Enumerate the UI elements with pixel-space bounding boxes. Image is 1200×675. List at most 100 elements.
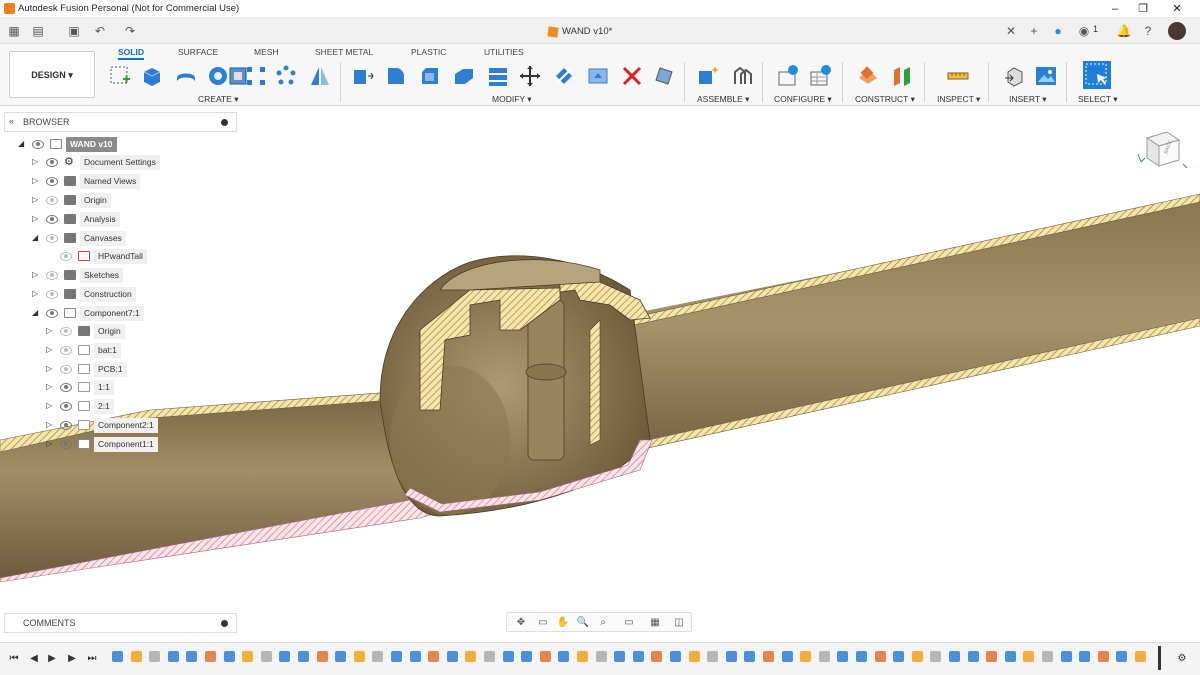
timeline-feature-icon[interactable] [484, 651, 495, 662]
timeline-feature-icon[interactable] [205, 651, 216, 662]
timeline-feature-icon[interactable] [260, 651, 272, 662]
timeline-feature-icon[interactable] [837, 651, 849, 662]
extrude-icon[interactable] [140, 64, 164, 88]
visibility-eye-icon[interactable] [60, 440, 72, 449]
expand-arrow-icon[interactable]: ▷ [32, 157, 40, 166]
timeline-feature-icon[interactable] [223, 651, 235, 662]
app-grid-icon[interactable]: ▦ [6, 23, 22, 39]
timeline-feature-icon[interactable] [670, 651, 681, 662]
browser-node[interactable]: ▷ Component2:1 [46, 418, 246, 433]
timeline-feature-icon[interactable] [298, 651, 309, 662]
expand-arrow-icon[interactable]: ▷ [46, 439, 54, 448]
timeline-feature-icon[interactable] [744, 651, 756, 662]
workspace-selector-button[interactable]: DESIGN ▾ [9, 51, 95, 98]
document-tab[interactable]: WAND v10* ✕ [532, 22, 1020, 42]
expand-arrow-icon[interactable]: ▷ [32, 195, 40, 204]
visibility-eye-icon[interactable] [46, 271, 58, 280]
visibility-eye-icon[interactable] [60, 252, 72, 261]
browser-node[interactable]: ◢ Component7:1 [32, 306, 232, 321]
visibility-eye-icon[interactable] [46, 309, 58, 318]
collapse-arrow-icon[interactable]: ◢ [32, 233, 40, 242]
timeline-feature-icon[interactable] [465, 651, 477, 662]
browser-node[interactable]: ▷ 2:1 [46, 399, 246, 414]
grid-settings-icon[interactable]: ▦ [647, 616, 663, 630]
timeline-feature-icon[interactable] [502, 651, 514, 662]
expand-arrow-icon[interactable]: ▷ [46, 326, 54, 335]
split-body-icon[interactable] [552, 64, 576, 88]
new-tab-icon[interactable]: + [1026, 23, 1042, 39]
measure-icon[interactable] [946, 64, 970, 88]
browser-node[interactable]: ▷ 1:1 [46, 380, 246, 395]
browser-node[interactable]: ▷ PCB:1 [46, 362, 246, 377]
timeline-prev-button[interactable]: ◀ [28, 653, 40, 665]
browser-node[interactable]: ▷ ⚙ Document Settings [32, 155, 232, 170]
browser-node[interactable]: ▷ Named Views [32, 174, 232, 189]
save-icon[interactable]: ▣ [66, 23, 82, 39]
combine-icon[interactable] [486, 64, 510, 88]
visibility-eye-icon[interactable] [60, 402, 72, 411]
visibility-eye-icon[interactable] [46, 177, 58, 186]
timeline-feature-icon[interactable] [353, 651, 365, 662]
zoom-icon[interactable]: 🔍 [575, 616, 591, 630]
midplane-icon[interactable] [890, 64, 914, 88]
visibility-eye-icon[interactable] [60, 327, 72, 336]
tab-surface[interactable]: SURFACE [178, 47, 218, 57]
joint-icon[interactable] [730, 64, 754, 88]
press-pull-icon[interactable] [350, 64, 374, 88]
shell-modify-icon[interactable] [452, 64, 476, 88]
visibility-eye-icon[interactable] [46, 234, 58, 243]
timeline-feature-icon[interactable] [930, 651, 942, 662]
timeline-feature-icon[interactable] [149, 651, 161, 662]
visibility-eye-icon[interactable] [60, 346, 72, 355]
timeline-feature-icon[interactable] [1023, 651, 1035, 662]
timeline-feature-icon[interactable] [911, 651, 923, 662]
modify-group-label[interactable]: MODIFY ▾ [492, 94, 532, 105]
notifications-icon[interactable]: 🔔 [1116, 23, 1132, 39]
visibility-eye-icon[interactable] [46, 196, 58, 205]
browser-node[interactable]: ▷ Construction [32, 287, 232, 302]
timeline-feature-icon[interactable] [279, 651, 291, 662]
timeline-feature-icon[interactable] [781, 651, 793, 662]
insert-group-label[interactable]: INSERT ▾ [1009, 94, 1047, 105]
select-group-label[interactable]: SELECT ▾ [1078, 94, 1118, 105]
visibility-eye-icon[interactable] [60, 365, 72, 374]
browser-panel-header[interactable]: « BROWSER [4, 112, 237, 132]
visibility-eye-icon[interactable] [46, 158, 58, 167]
circular-pattern-icon[interactable] [274, 64, 298, 88]
timeline-feature-icon[interactable] [130, 651, 142, 662]
timeline-feature-icon[interactable] [688, 651, 700, 662]
display-settings-icon[interactable]: ▭ [621, 616, 637, 630]
file-menu-icon[interactable]: ▤ [30, 23, 46, 39]
timeline-feature-icon[interactable] [893, 651, 905, 662]
tab-solid[interactable]: SOLID [118, 47, 144, 60]
timeline-feature-icon[interactable] [577, 651, 588, 662]
collapse-arrow-icon[interactable]: ◢ [32, 308, 40, 317]
timeline-feature-icon[interactable] [632, 651, 644, 662]
browser-node[interactable]: ◢ Canvases [32, 231, 232, 246]
construct-group-label[interactable]: CONSTRUCT ▾ [855, 94, 915, 105]
undo-icon[interactable]: ↶ [92, 23, 108, 39]
timeline-feature-icon[interactable] [856, 651, 867, 662]
browser-node[interactable]: ▷ bat:1 [46, 343, 246, 358]
browser-node[interactable]: HPwandTall [46, 249, 246, 264]
new-component-icon[interactable] [696, 64, 720, 88]
comments-add-icon[interactable] [221, 620, 228, 627]
configure-group-label[interactable]: CONFIGURE ▾ [774, 94, 832, 105]
expand-arrow-icon[interactable]: ▷ [32, 176, 40, 185]
select-icon[interactable] [1082, 60, 1112, 90]
configure-rule-icon[interactable] [808, 64, 832, 88]
timeline-feature-icon[interactable] [316, 651, 328, 662]
timeline-feature-icon[interactable] [1004, 651, 1016, 662]
insert-canvas-icon[interactable] [1034, 64, 1058, 88]
move-copy-icon[interactable] [518, 64, 542, 88]
expand-arrow-icon[interactable]: ▷ [46, 401, 54, 410]
timeline-feature-icon[interactable] [1060, 651, 1072, 662]
rectangular-pattern-icon[interactable] [244, 64, 268, 88]
revolve-icon[interactable] [174, 64, 198, 88]
delete-icon[interactable] [620, 64, 644, 88]
timeline-feature-icon[interactable] [242, 651, 254, 662]
timeline-feature-icon[interactable] [521, 651, 533, 662]
timeline-feature-icon[interactable] [428, 651, 440, 662]
job-status-icon[interactable]: ◉ [1076, 23, 1092, 39]
timeline-marker[interactable] [1158, 646, 1161, 670]
